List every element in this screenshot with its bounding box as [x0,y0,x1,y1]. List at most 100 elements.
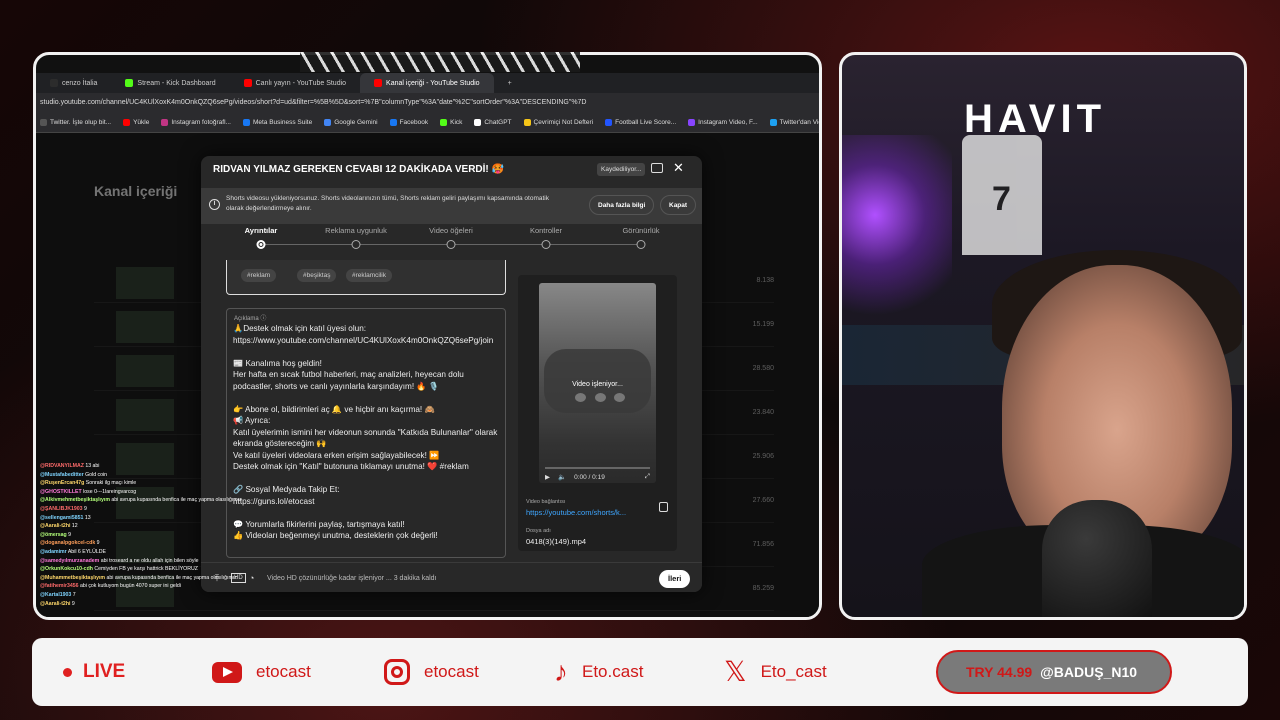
step-video-elements[interactable]: Video öğeleri [429,226,473,235]
video-thumbnail[interactable] [116,399,174,431]
progress-bar[interactable] [545,467,650,469]
play-icon[interactable]: ▶ [545,473,550,481]
tag-chip[interactable]: #reklamcilik [346,269,392,282]
tag-chip[interactable]: #reklam [241,269,277,282]
step-dot-monetization[interactable] [351,240,361,249]
bookmark-item[interactable]: ChatGPT [474,118,512,126]
view-count: 23.840 [752,409,774,416]
bookmark-icon [474,118,482,126]
bookmark-item[interactable]: Kick [440,118,463,127]
chat-username: @Muhammetbeşiktaşlıyım [40,574,106,581]
view-count: 27.660 [752,497,774,504]
bookmark-item[interactable]: Google Gemini [324,118,378,126]
next-button[interactable]: İleri [659,570,691,588]
tiktok-name: Eto.cast [582,662,644,681]
learn-more-button[interactable]: Daha fazla bilgi [589,195,655,215]
copy-icon[interactable] [659,502,668,512]
tab-label: Kanal içeriği - YouTube Studio [386,79,480,87]
description-field[interactable]: Açıklama ⓘ 🙏Destek olmak için katıl üyes… [226,308,506,558]
fullscreen-icon[interactable]: ⤢ [645,473,650,481]
step-checks[interactable]: Kontroller [530,226,562,235]
chat-username: @Alkivmehmetbeşiktaşlıyım [40,497,110,504]
frame-decoration [300,52,580,72]
instagram-icon [384,659,410,685]
step-monetization[interactable]: Reklama uygunluk [325,226,387,235]
browser-tab[interactable]: cenzo İtalia [36,73,111,93]
close-button[interactable]: ✕ [673,160,684,176]
chat-username: @Aarali-t2hi [40,523,71,530]
chat-text: abi troseard a ne oldu allah için bilen … [100,557,199,564]
chat-message: @ŞANLIBJK1903 9 [40,505,260,514]
video-link[interactable]: https://youtube.com/shorts/k... [526,508,644,517]
video-link-label: Video bağlantısı [526,499,566,505]
tab-favicon-icon [50,79,58,87]
stepper: Ayrıntılar Reklama uygunluk Video öğeler… [229,226,669,252]
chat-message: @Alkivmehmetbeşiktaşlıyım abi avrupa kup… [40,496,260,505]
new-tab-button[interactable]: + [494,73,526,93]
browser-tab[interactable]: Canlı yayın - YouTube Studio [230,73,360,93]
bookmark-label: Meta Business Suite [252,119,313,127]
view-count: 15.199 [752,321,774,328]
feedback-icon[interactable] [651,163,663,173]
bookmark-item[interactable]: Twitter. İşte olup bit... [40,118,111,126]
browser-tab[interactable]: Kanal içeriği - YouTube Studio [360,73,494,93]
bookmark-icon [523,118,531,126]
chat-text: 13 abi [85,463,100,469]
volume-icon[interactable]: 🔈 [558,473,566,481]
browser-tab[interactable]: Stream - Kick Dashboard [111,73,229,93]
view-count: 85.259 [752,585,774,592]
chat-message: @samedyılmurzanadem abi troseard a ne ol… [40,557,260,566]
bookmark-item[interactable]: Yükle [123,118,150,127]
bookmark-item[interactable]: Twitter'dan Video İ... [769,118,819,126]
bookmark-item[interactable]: Football Live Score... [605,118,676,126]
bookmark-item[interactable]: Meta Business Suite [242,118,313,127]
bookmark-item[interactable]: Instagram Video, F... [688,118,758,127]
x-icon: 𝕏 [724,656,747,687]
bookmarks-bar: Twitter. İşte olup bit... Yükle Instagram … [36,113,819,133]
donation-user: @BADUŞ_N10 [1040,664,1138,680]
youtube-name: etocast [256,662,311,681]
upload-dialog: RIDVAN YILMAZ GEREKEN CEVABI 12 DAKİKADA… [201,156,702,592]
step-details[interactable]: Ayrıntılar [245,226,278,235]
chat-username: @ŞANLIBJK1903 [40,505,83,512]
video-thumbnail[interactable] [116,267,174,299]
bookmark-icon [688,118,696,126]
video-thumbnail[interactable] [116,311,174,343]
bookmark-label: Kick [450,119,463,127]
step-dot-visibility[interactable] [636,240,646,249]
bookmark-icon [242,118,250,126]
address-bar[interactable]: studio.youtube.com/channel/UC4KUlXoxK4m0… [36,93,819,113]
bookmark-label: Instagram Video, F... [698,119,758,127]
step-dot-video-elements[interactable] [446,240,456,249]
tags-box[interactable]: #reklam #beşiktaş #reklamcilik [226,260,506,295]
chat-username: @RIDVANYILMAZ [40,463,84,469]
step-visibility[interactable]: Görünürlük [622,226,659,235]
chat-text: Sonraki ilg maçı kimle [85,480,137,487]
bookmark-item[interactable]: Instagram fotoğrafl... [161,118,231,126]
tag-chip[interactable]: #beşiktaş [297,269,337,282]
chat-username: @GHOSTKILLET [40,488,82,495]
bookmark-item[interactable]: Facebook [389,118,428,126]
step-dot-checks[interactable] [541,240,551,249]
notice-text: Shorts videosu yükleniyorsunuz. Shorts v… [226,195,549,212]
bookmark-label: Yükle [133,119,150,127]
dismiss-button[interactable]: Kapat [660,195,697,215]
bookmark-icon [389,118,397,126]
processing-status: Video HD çözünürlüğe kadar işleniyor ...… [267,575,437,582]
bookmark-icon [605,118,613,126]
time-display: 0:00 / 0:19 [574,473,605,481]
video-player[interactable]: Video işleniyor... ▶ 🔈 0:00 / 0:19 ⤢ [539,283,656,483]
video-thumbnail[interactable] [116,355,174,387]
saving-status: Kaydediliyor... [597,163,646,176]
tiktok-handle: ♪ Eto.cast [554,656,643,688]
chat-text: 9 [71,600,75,607]
player-controls: ▶ 🔈 0:00 / 0:19 ⤢ [545,473,650,481]
step-dot-details[interactable] [256,240,266,249]
chat-username: @Mustafabeditter [40,471,84,478]
chat-username: @OrkunKokcu10-cdh [40,566,93,573]
description-text[interactable]: 🙏Destek olmak için katıl üyesi olun: htt… [233,323,501,542]
chat-text: 12 [71,523,78,530]
microphone [1042,500,1152,617]
bookmark-item[interactable]: Çevrimiçi Not Defteri [523,118,593,126]
instagram-handle: etocast [384,656,479,688]
